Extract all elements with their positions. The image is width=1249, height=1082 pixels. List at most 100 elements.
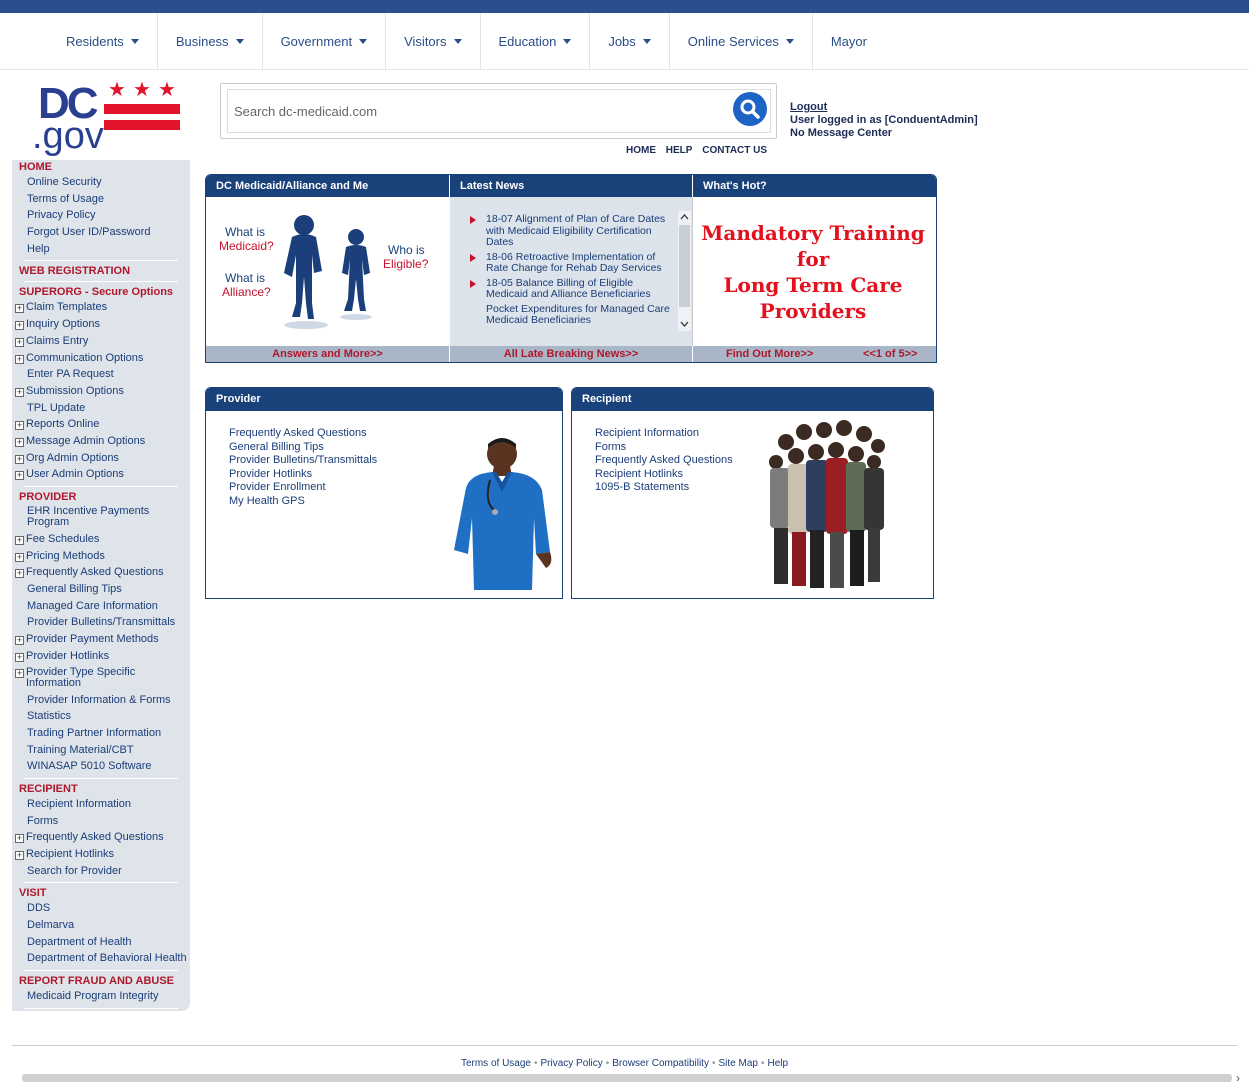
sidebar-item-online-security[interactable]: Online Security	[12, 174, 190, 191]
nav-education[interactable]: Education	[481, 13, 591, 70]
expand-plus-icon[interactable]: +	[15, 437, 24, 447]
sidebar-item-recipient-hotlinks[interactable]: + Recipient Hotlinks	[12, 846, 190, 863]
find-out-more-link[interactable]: Find Out More>>	[726, 346, 813, 362]
link-frequently-asked-questions[interactable]: Frequently Asked Questions	[595, 454, 733, 468]
sidebar-item-winasap-5010-software[interactable]: WINASAP 5010 Software	[12, 758, 190, 775]
scroll-right-icon[interactable]: ›	[1236, 1071, 1240, 1082]
sidebar-item-forms[interactable]: Forms	[12, 813, 190, 830]
sidebar-item-help[interactable]: Help	[12, 241, 190, 258]
sidebar-item-managed-care-information[interactable]: Managed Care Information	[12, 598, 190, 615]
expand-plus-icon[interactable]: +	[15, 304, 24, 314]
expand-plus-icon[interactable]: +	[15, 636, 24, 646]
news-item[interactable]: 18-06 Retroactive Implementation of Rate…	[468, 251, 678, 275]
link-general-billing-tips[interactable]: General Billing Tips	[229, 441, 377, 455]
sidebar-item-provider-hotlinks[interactable]: + Provider Hotlinks	[12, 648, 190, 665]
sidebar-item-privacy-policy[interactable]: Privacy Policy	[12, 207, 190, 224]
news-scrollbar[interactable]	[678, 211, 691, 331]
expand-plus-icon[interactable]: +	[15, 834, 24, 844]
expand-plus-icon[interactable]: +	[15, 471, 24, 481]
expand-plus-icon[interactable]: +	[15, 851, 24, 860]
sidebar-item-recipient-information[interactable]: Recipient Information	[12, 796, 190, 813]
sidebar-item-claim-templates[interactable]: + Claim Templates	[12, 299, 190, 316]
all-news-link[interactable]: All Late Breaking News>>	[449, 346, 692, 362]
expand-plus-icon[interactable]: +	[15, 536, 24, 545]
sidebar-section-superorg[interactable]: SUPERORG - Secure Options	[12, 286, 190, 299]
help-link[interactable]: HELP	[666, 145, 693, 156]
sidebar-item-provider-payment-methods[interactable]: + Provider Payment Methods	[12, 631, 190, 648]
sidebar-item-provider-type-specific-information[interactable]: + Provider Type Specific Information	[12, 665, 190, 692]
expand-plus-icon[interactable]: +	[15, 569, 24, 579]
hot-panel-body[interactable]: Mandatory Training for Long Term Care Pr…	[692, 197, 936, 346]
news-item[interactable]: Pocket Expenditures for Managed Care Med…	[468, 303, 678, 327]
nav-residents[interactable]: Residents	[48, 13, 158, 70]
expand-plus-icon[interactable]: +	[15, 421, 24, 431]
link-provider-bulletins-transmittals[interactable]: Provider Bulletins/Transmittals	[229, 454, 377, 468]
nav-online-services[interactable]: Online Services	[670, 13, 813, 70]
sidebar-item-trading-partner-information[interactable]: Trading Partner Information	[12, 725, 190, 742]
sidebar-item-user-admin-options[interactable]: + User Admin Options	[12, 466, 190, 483]
sidebar-item-search-for-provider[interactable]: Search for Provider	[12, 863, 190, 880]
link-1095-b-statements[interactable]: 1095-B Statements	[595, 481, 733, 495]
expand-plus-icon[interactable]: +	[15, 354, 24, 364]
expand-plus-icon[interactable]: +	[15, 668, 24, 678]
nav-jobs[interactable]: Jobs	[590, 13, 670, 70]
sidebar-item-general-billing-tips[interactable]: General Billing Tips	[12, 581, 190, 598]
sidebar-item-forgot-user-id-password[interactable]: Forgot User ID/Password	[12, 224, 190, 241]
sidebar-item-tpl-update[interactable]: TPL Update	[12, 400, 190, 417]
sidebar-item-org-admin-options[interactable]: + Org Admin Options	[12, 450, 190, 467]
contact-us-link[interactable]: CONTACT US	[702, 145, 767, 156]
footer-link-site-map[interactable]: Site Map	[718, 1058, 757, 1069]
expand-plus-icon[interactable]: +	[15, 454, 24, 464]
mandatory-training-announcement[interactable]: Mandatory Training for Long Term Care Pr…	[693, 220, 933, 324]
horizontal-scrollbar[interactable]	[22, 1074, 1232, 1082]
sidebar-item-claims-entry[interactable]: + Claims Entry	[12, 333, 190, 350]
nav-business[interactable]: Business	[158, 13, 263, 70]
sidebar-item-fee-schedules[interactable]: + Fee Schedules	[12, 531, 190, 548]
nav-government[interactable]: Government	[263, 13, 387, 70]
sidebar-section-recipient[interactable]: RECIPIENT	[12, 783, 190, 796]
hot-pager[interactable]: <<1 of 5>>	[863, 346, 917, 362]
search-button[interactable]	[733, 92, 767, 126]
sidebar-section-report-fraud[interactable]: REPORT FRAUD AND ABUSE	[12, 975, 190, 988]
expand-plus-icon[interactable]: +	[15, 337, 24, 347]
sidebar-section-provider[interactable]: PROVIDER	[12, 491, 190, 504]
medicaid-panel-body[interactable]: What is Medicaid? What is Alliance? Who …	[206, 197, 449, 346]
sidebar-section-home[interactable]: HOME	[12, 161, 190, 174]
expand-plus-icon[interactable]: +	[15, 552, 24, 562]
sidebar-item-communication-options[interactable]: + Communication Options	[12, 350, 190, 367]
footer-link-help[interactable]: Help	[767, 1058, 788, 1069]
sidebar-item-ehr-incentive-payments-program[interactable]: EHR Incentive Payments Program	[12, 504, 190, 531]
link-recipient-information[interactable]: Recipient Information	[595, 427, 733, 441]
link-frequently-asked-questions[interactable]: Frequently Asked Questions	[229, 427, 377, 441]
sidebar-item-department-of-health[interactable]: Department of Health	[12, 934, 190, 951]
nav-mayor[interactable]: Mayor	[813, 13, 885, 70]
search-input[interactable]	[227, 89, 771, 133]
sidebar-item-provider-bulletins-transmittals[interactable]: Provider Bulletins/Transmittals	[12, 614, 190, 631]
nav-visitors[interactable]: Visitors	[386, 13, 481, 70]
link-my-health-gps[interactable]: My Health GPS	[229, 495, 377, 509]
link-recipient-hotlinks[interactable]: Recipient Hotlinks	[595, 468, 733, 482]
home-link[interactable]: HOME	[626, 145, 656, 156]
logout-link[interactable]: Logout	[790, 101, 978, 114]
sidebar-item-dds[interactable]: DDS	[12, 900, 190, 917]
footer-link-terms-of-usage[interactable]: Terms of Usage	[461, 1058, 531, 1069]
sidebar-item-training-material-cbt[interactable]: Training Material/CBT	[12, 742, 190, 759]
news-item[interactable]: 18-07 Alignment of Plan of Care Dates wi…	[468, 214, 678, 249]
sidebar-item-provider-information-forms[interactable]: Provider Information & Forms	[12, 692, 190, 709]
answers-and-more-link[interactable]: Answers and More>>	[206, 346, 449, 362]
link-forms[interactable]: Forms	[595, 441, 733, 455]
expand-plus-icon[interactable]: +	[15, 387, 24, 397]
link-provider-enrollment[interactable]: Provider Enrollment	[229, 481, 377, 495]
sidebar-item-pricing-methods[interactable]: + Pricing Methods	[12, 548, 190, 565]
sidebar-section-web-registration[interactable]: WEB REGISTRATION	[12, 265, 190, 278]
sidebar-item-department-of-behavioral-health[interactable]: Department of Behavioral Health	[12, 950, 190, 967]
sidebar-item-enter-pa-request[interactable]: Enter PA Request	[12, 366, 190, 383]
sidebar-item-delmarva[interactable]: Delmarva	[12, 917, 190, 934]
expand-plus-icon[interactable]: +	[15, 652, 24, 662]
sidebar-item-statistics[interactable]: Statistics	[12, 708, 190, 725]
sidebar-section-visit[interactable]: VISIT	[12, 887, 190, 900]
expand-plus-icon[interactable]: +	[15, 321, 24, 331]
dc-gov-logo[interactable]: DC .gov ★ ★ ★	[32, 80, 184, 160]
sidebar-item-terms-of-usage[interactable]: Terms of Usage	[12, 191, 190, 208]
sidebar-item-reports-online[interactable]: + Reports Online	[12, 416, 190, 433]
